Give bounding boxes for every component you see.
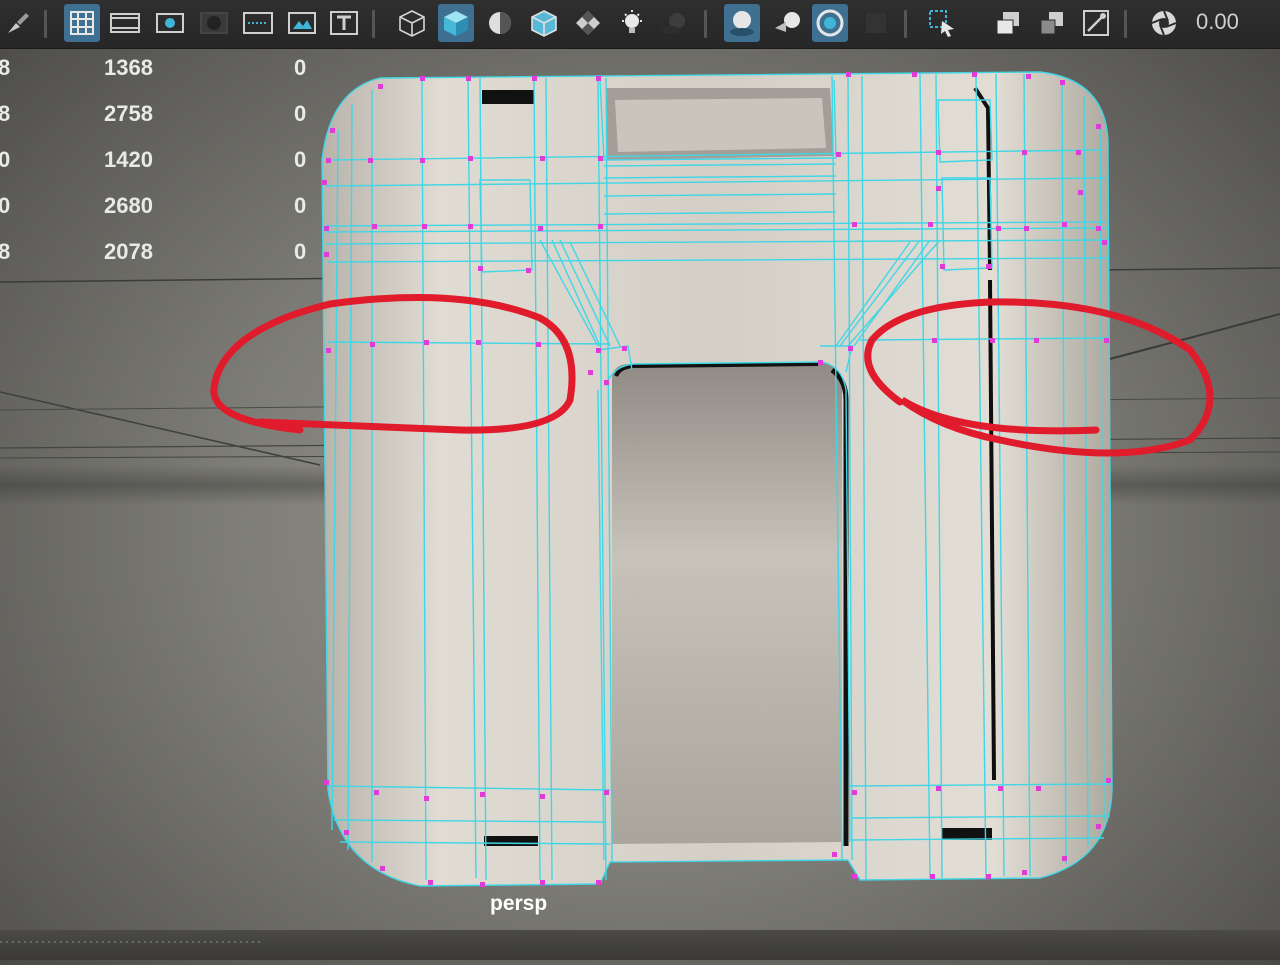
red-annotation-layer (210, 294, 1214, 457)
maya-viewport-screen: { "toolbar": { "icons": [ "paint-brush-i… (0, 0, 1280, 960)
camera-label: persp (490, 892, 548, 915)
left-annotation-circle (210, 294, 576, 434)
right-annotation-circle (864, 298, 1214, 457)
bottom-panel-edge (0, 930, 1280, 960)
